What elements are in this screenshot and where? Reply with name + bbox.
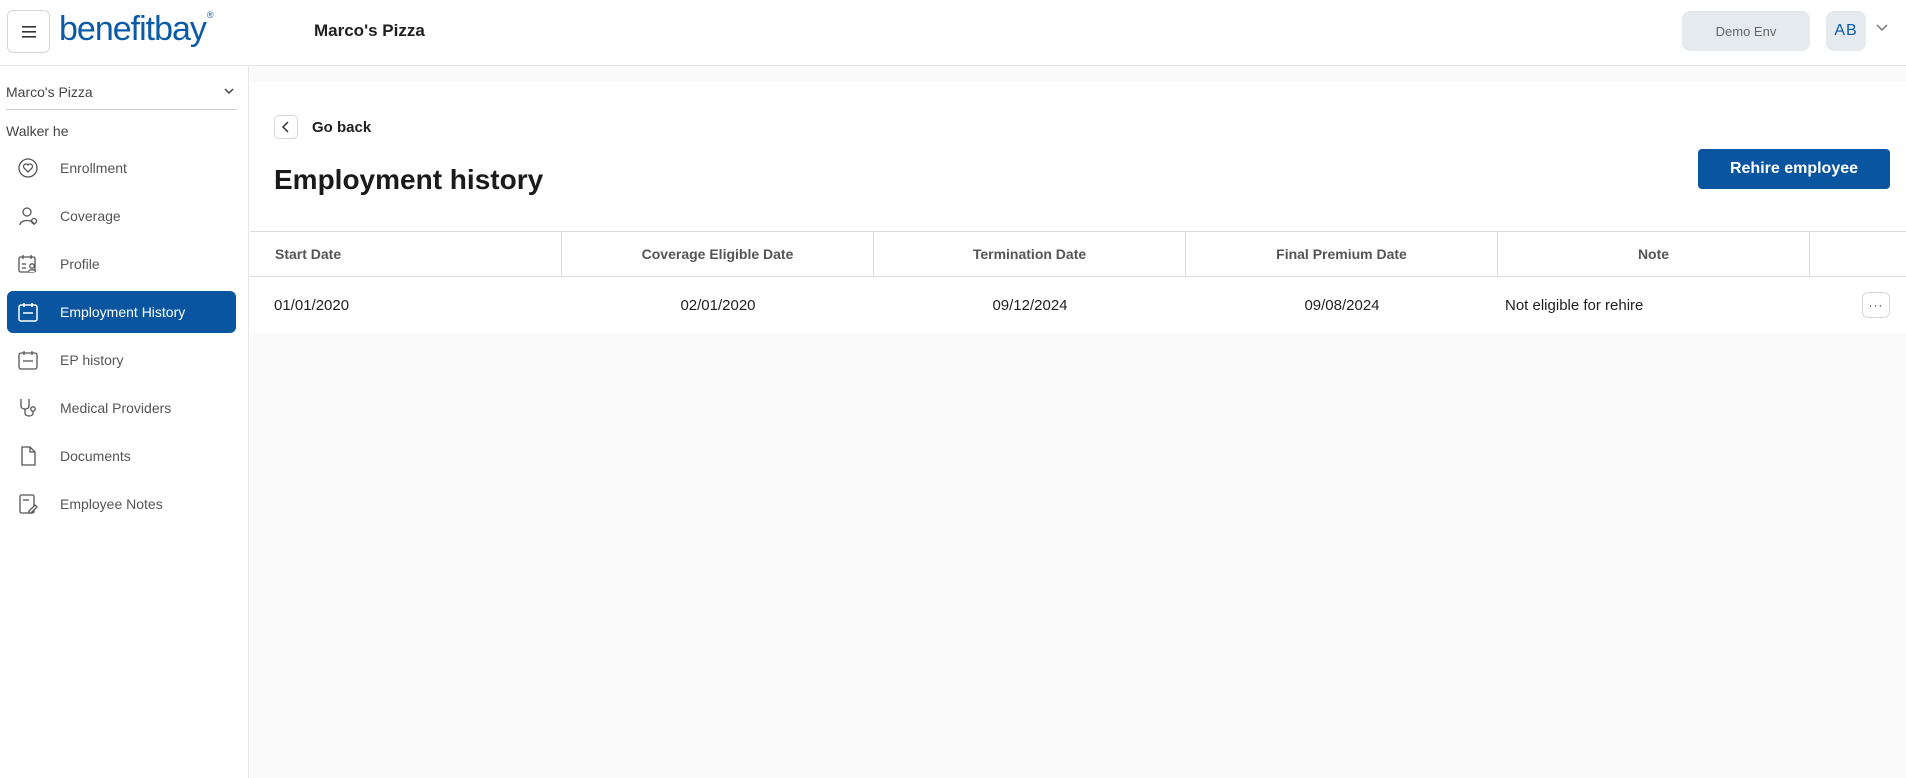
sidebar-item-enrollment[interactable]: Enrollment [7, 147, 236, 189]
sidebar-item-label: Employee Notes [60, 496, 163, 512]
sidebar-item-label: Enrollment [60, 160, 127, 176]
table-body: 01/01/2020 02/01/2020 09/12/2024 09/08/2… [250, 277, 1906, 333]
more-actions-button[interactable]: ··· [1862, 292, 1890, 318]
sidebar-nav: Enrollment Coverage Profile Employment H… [7, 147, 236, 531]
hamburger-menu-button[interactable] [7, 10, 50, 53]
go-back-label[interactable]: Go back [312, 119, 371, 136]
sidebar-item-employment-history[interactable]: Employment History [7, 291, 236, 333]
column-header-termination-date[interactable]: Termination Date [874, 232, 1186, 276]
main-content: Go back Employment history Rehire employ… [250, 66, 1906, 778]
employee-name: Walker he [6, 123, 69, 139]
page-title: Employment history [274, 164, 544, 195]
sidebar-item-label: Medical Providers [60, 400, 172, 416]
sidebar-item-label: Documents [60, 448, 131, 464]
table-row: 01/01/2020 02/01/2020 09/12/2024 09/08/2… [250, 277, 1906, 333]
company-select[interactable]: Marco's Pizza [6, 84, 237, 110]
cell-final-premium-date: 09/08/2024 [1304, 296, 1380, 314]
user-avatar[interactable]: AB [1826, 11, 1866, 51]
chevron-down-icon[interactable] [1876, 24, 1888, 32]
back-button[interactable] [274, 115, 298, 139]
stethoscope-icon [16, 396, 40, 420]
sidebar-item-documents[interactable]: Documents [7, 435, 236, 477]
company-select-value: Marco's Pizza [6, 84, 93, 100]
column-header-start-date[interactable]: Start Date [250, 232, 562, 276]
column-header-final-premium-date[interactable]: Final Premium Date [1186, 232, 1498, 276]
sidebar-item-label: Coverage [60, 208, 121, 224]
heart-icon [16, 156, 40, 180]
go-back-link[interactable]: Go back [274, 115, 371, 139]
user-icon [16, 204, 40, 228]
cell-coverage-eligible-date: 02/01/2020 [680, 296, 756, 314]
document-icon [16, 444, 40, 468]
sidebar: Marco's Pizza Walker he Enrollment Cover… [0, 66, 249, 778]
employment-history-table: Start Date Coverage Eligible Date Termin… [250, 231, 1906, 333]
note-edit-icon [16, 492, 40, 516]
chevron-down-icon [224, 88, 234, 95]
column-header-note[interactable]: Note [1498, 232, 1810, 276]
cell-termination-date: 09/12/2024 [992, 296, 1068, 314]
calendar-icon [16, 300, 40, 324]
table-header: Start Date Coverage Eligible Date Termin… [250, 231, 1906, 277]
sidebar-item-ep-history[interactable]: EP history [7, 339, 236, 381]
cell-start-date: 01/01/2020 [274, 296, 350, 314]
column-header-actions [1810, 232, 1906, 276]
sidebar-item-label: EP history [60, 352, 124, 368]
rehire-employee-button[interactable]: Rehire employee [1698, 149, 1890, 189]
sidebar-item-medical-providers[interactable]: Medical Providers [7, 387, 236, 429]
cell-actions: ··· [1810, 277, 1906, 333]
sidebar-item-label: Profile [60, 256, 100, 272]
sidebar-item-profile[interactable]: Profile [7, 243, 236, 285]
top-bar: benefitbay® Marco's Pizza Demo Env AB [0, 0, 1906, 66]
brand-logo[interactable]: benefitbay® [59, 10, 213, 49]
sidebar-item-label: Employment History [60, 304, 186, 320]
content-panel: Go back Employment history Rehire employ… [250, 82, 1906, 333]
company-title: Marco's Pizza [314, 21, 425, 40]
environment-badge: Demo Env [1682, 11, 1810, 51]
cell-note: Not eligible for rehire [1505, 296, 1644, 314]
sidebar-item-employee-notes[interactable]: Employee Notes [7, 483, 236, 525]
calendar-icon [16, 348, 40, 372]
chevron-left-icon [281, 121, 289, 133]
profile-card-icon [16, 252, 40, 276]
sidebar-item-coverage[interactable]: Coverage [7, 195, 236, 237]
column-header-coverage-eligible-date[interactable]: Coverage Eligible Date [562, 232, 874, 276]
hamburger-icon [21, 25, 36, 38]
